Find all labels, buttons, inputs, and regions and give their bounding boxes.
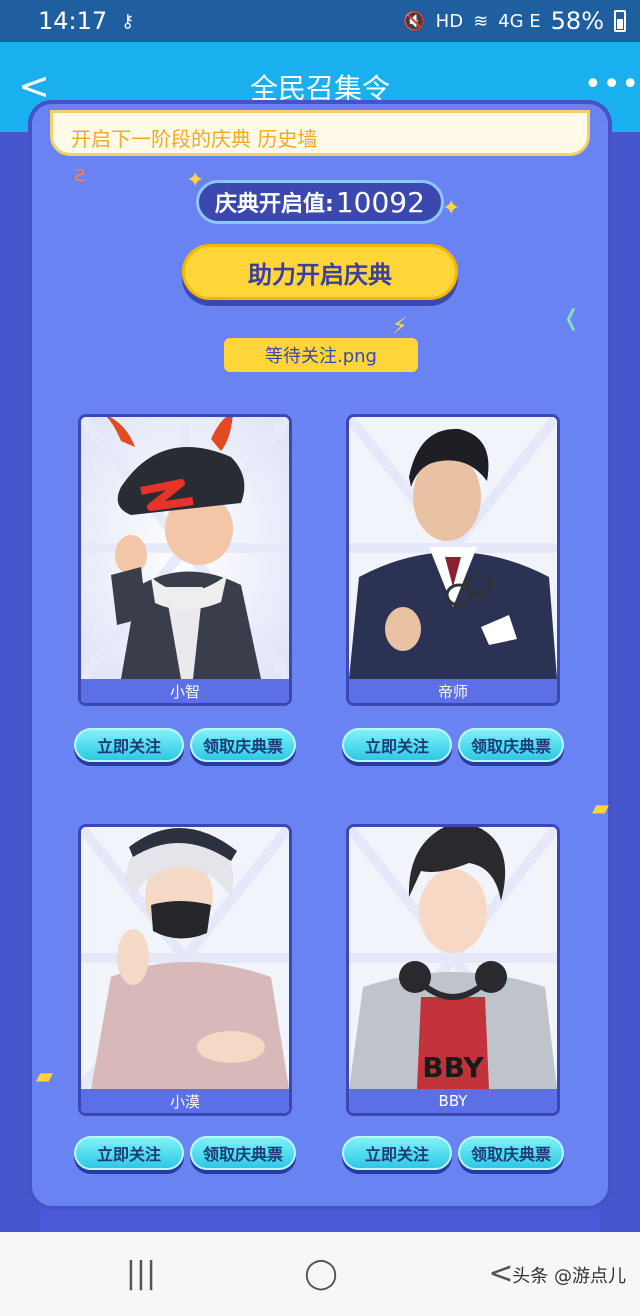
card-name: 小漠 [81, 1089, 289, 1113]
follow-button-bby[interactable]: 立即关注 [342, 1136, 452, 1170]
ticket-button-bby[interactable]: 领取庆典票 [458, 1136, 564, 1170]
waiting-follow-tag: 等待关注.png [224, 338, 418, 372]
avatar-xiaozhi [81, 417, 289, 679]
card-name: 帝师 [349, 679, 557, 703]
ticket-button-xiaozhi[interactable]: 领取庆典票 [190, 728, 296, 762]
banner-strip: 开启下一阶段的庆典 历史墙 [50, 110, 590, 156]
battery-percent: 58% [550, 7, 604, 35]
network-label: 4G E [498, 10, 541, 32]
celebration-value: 10092 [335, 185, 425, 219]
ticket-button-xiaomo[interactable]: 领取庆典票 [190, 1136, 296, 1170]
lightning-icon: ⚡ [392, 314, 408, 339]
card-name: 小智 [81, 679, 289, 703]
hd-label: HD [435, 10, 464, 32]
status-time: 14:17 [38, 7, 108, 35]
card-name: BBY [349, 1089, 557, 1113]
card-bby[interactable]: BBY BBY [346, 824, 560, 1116]
confetti-icon: ▰ [36, 1064, 53, 1089]
celebration-label: 庆典开启值: [215, 192, 334, 217]
card-dishi[interactable]: 帝师 [346, 414, 560, 706]
key-icon: ⚷ [121, 10, 135, 32]
battery-icon [614, 10, 626, 32]
system-nav-bar: ||| ◯ < 头条 @游点儿 [0, 1232, 640, 1316]
confetti-icon: ▰ [592, 796, 609, 821]
follow-button-xiaozhi[interactable]: 立即关注 [74, 728, 184, 762]
boost-celebration-button[interactable]: 助力开启庆典 [182, 244, 458, 300]
avatar-xiaomo [81, 827, 289, 1089]
sparkle-icon: ✦ [442, 196, 461, 221]
avatar-dishi [349, 417, 557, 679]
swirl-icon: ƨ [74, 162, 86, 187]
avatar-bby: BBY [349, 827, 557, 1089]
home-button[interactable]: ◯ [296, 1254, 346, 1294]
card-xiaozhi[interactable]: 小智 [78, 414, 292, 706]
svg-text:BBY: BBY [422, 1051, 484, 1084]
mute-icon: 🔇 [403, 10, 426, 32]
status-right: 🔇 HD ≋ 4G E 58% [403, 7, 626, 35]
recent-apps-button[interactable]: ||| [116, 1254, 166, 1294]
follow-button-dishi[interactable]: 立即关注 [342, 728, 452, 762]
status-bar: 14:17 ⚷ 🔇 HD ≋ 4G E 58% [0, 0, 640, 42]
wifi-icon: ≋ [473, 10, 489, 32]
confetti-icon: ❬ [562, 306, 581, 331]
watermark-text: 头条 @游点儿 [512, 1266, 626, 1287]
celebration-value-pill: 庆典开启值: 10092 [196, 180, 444, 224]
card-xiaomo[interactable]: 小漠 [78, 824, 292, 1116]
follow-button-xiaomo[interactable]: 立即关注 [74, 1136, 184, 1170]
ticket-button-dishi[interactable]: 领取庆典票 [458, 728, 564, 762]
